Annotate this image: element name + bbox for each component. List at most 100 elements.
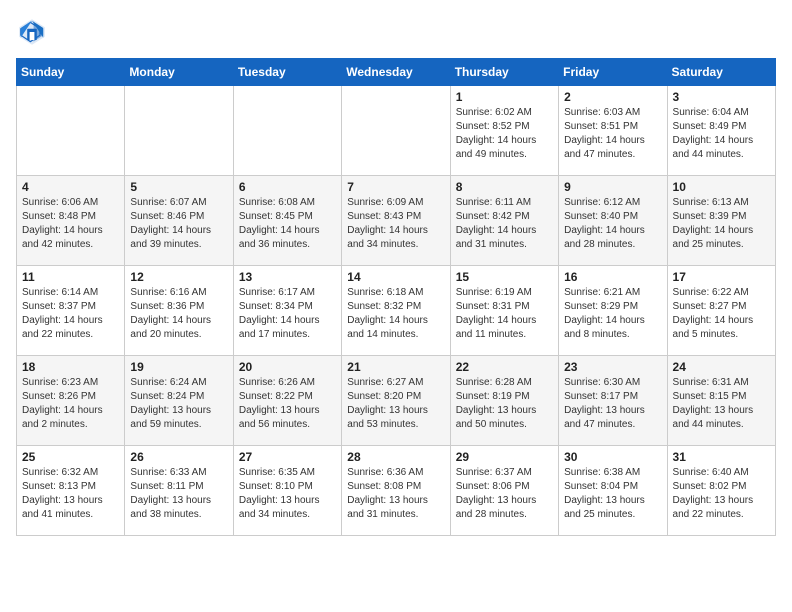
day-of-week-monday: Monday — [125, 59, 233, 86]
day-number: 2 — [564, 90, 661, 104]
day-info: Sunrise: 6:17 AMSunset: 8:34 PMDaylight:… — [239, 286, 336, 342]
day-number: 29 — [456, 450, 553, 464]
day-info: Sunrise: 6:32 AMSunset: 8:13 PMDaylight:… — [22, 466, 119, 522]
day-of-week-sunday: Sunday — [17, 59, 125, 86]
day-info: Sunrise: 6:08 AMSunset: 8:45 PMDaylight:… — [239, 196, 336, 252]
day-number: 31 — [673, 450, 770, 464]
day-info: Sunrise: 6:24 AMSunset: 8:24 PMDaylight:… — [130, 376, 227, 432]
day-number: 13 — [239, 270, 336, 284]
calendar-cell: 31 Sunrise: 6:40 AMSunset: 8:02 PMDayligh… — [667, 446, 775, 536]
calendar-body: 1Sunrise: 6:02 AMSunset: 8:52 PMDaylight… — [17, 86, 776, 536]
day-info: Sunrise: 6:26 AMSunset: 8:22 PMDaylight:… — [239, 376, 336, 432]
day-number: 27 — [239, 450, 336, 464]
day-info: Sunrise: 6:36 AMSunset: 8:08 PMDaylight:… — [347, 466, 444, 522]
day-number: 3 — [673, 90, 770, 104]
day-info: Sunrise: 6:37 AMSunset: 8:06 PMDaylight:… — [456, 466, 553, 522]
calendar-cell: 24 Sunrise: 6:31 AMSunset: 8:15 PMDayligh… — [667, 356, 775, 446]
day-number: 15 — [456, 270, 553, 284]
calendar-cell: 22Sunrise: 6:28 AMSunset: 8:19 PMDayligh… — [450, 356, 558, 446]
day-number: 5 — [130, 180, 227, 194]
calendar-cell: 29 Sunrise: 6:37 AMSunset: 8:06 PMDayligh… — [450, 446, 558, 536]
calendar-cell: 17Sunrise: 6:22 AMSunset: 8:27 PMDayligh… — [667, 266, 775, 356]
day-number: 9 — [564, 180, 661, 194]
calendar-cell: 30 Sunrise: 6:38 AMSunset: 8:04 PMDayligh… — [559, 446, 667, 536]
calendar-cell: 10 Sunrise: 6:13 AMSunset: 8:39 PMDayligh… — [667, 176, 775, 266]
day-info: Sunrise: 6:21 AMSunset: 8:29 PMDaylight:… — [564, 286, 661, 342]
day-number: 7 — [347, 180, 444, 194]
day-number: 19 — [130, 360, 227, 374]
day-number: 11 — [22, 270, 119, 284]
day-of-week-thursday: Thursday — [450, 59, 558, 86]
day-info: Sunrise: 6:09 AMSunset: 8:43 PMDaylight:… — [347, 196, 444, 252]
day-number: 14 — [347, 270, 444, 284]
day-number: 10 — [673, 180, 770, 194]
calendar-cell: 26Sunrise: 6:33 AMSunset: 8:11 PMDayligh… — [125, 446, 233, 536]
calendar-cell: 1Sunrise: 6:02 AMSunset: 8:52 PMDaylight… — [450, 86, 558, 176]
day-info: Sunrise: 6:23 AMSunset: 8:26 PMDaylight:… — [22, 376, 119, 432]
day-info: Sunrise: 6:11 AMSunset: 8:42 PMDaylight:… — [456, 196, 553, 252]
day-number: 8 — [456, 180, 553, 194]
calendar-cell: 2Sunrise: 6:03 AMSunset: 8:51 PMDaylight… — [559, 86, 667, 176]
calendar-cell: 25Sunrise: 6:32 AMSunset: 8:13 PMDayligh… — [17, 446, 125, 536]
day-info: Sunrise: 6:30 AMSunset: 8:17 PMDaylight:… — [564, 376, 661, 432]
calendar-cell: 6Sunrise: 6:08 AMSunset: 8:45 PMDaylight… — [233, 176, 341, 266]
day-number: 28 — [347, 450, 444, 464]
day-number: 21 — [347, 360, 444, 374]
day-info: Sunrise: 6:02 AMSunset: 8:52 PMDaylight:… — [456, 106, 553, 162]
day-number: 16 — [564, 270, 661, 284]
calendar-cell: 19 Sunrise: 6:24 AMSunset: 8:24 PMDayligh… — [125, 356, 233, 446]
calendar-header: SundayMondayTuesdayWednesdayThursdayFrid… — [17, 59, 776, 86]
calendar-cell: 15 Sunrise: 6:19 AMSunset: 8:31 PMDayligh… — [450, 266, 558, 356]
calendar-week-4: 18 Sunrise: 6:23 AMSunset: 8:26 PMDayligh… — [17, 356, 776, 446]
day-info: Sunrise: 6:33 AMSunset: 8:11 PMDaylight:… — [130, 466, 227, 522]
day-number: 18 — [22, 360, 119, 374]
day-number: 24 — [673, 360, 770, 374]
day-number: 4 — [22, 180, 119, 194]
calendar-cell — [233, 86, 341, 176]
calendar-cell: 5 Sunrise: 6:07 AMSunset: 8:46 PMDaylight… — [125, 176, 233, 266]
calendar-cell: 23 Sunrise: 6:30 AMSunset: 8:17 PMDayligh… — [559, 356, 667, 446]
calendar-cell — [17, 86, 125, 176]
day-info: Sunrise: 6:14 AMSunset: 8:37 PMDaylight:… — [22, 286, 119, 342]
day-info: Sunrise: 6:22 AMSunset: 8:27 PMDaylight:… — [673, 286, 770, 342]
day-number: 12 — [130, 270, 227, 284]
day-info: Sunrise: 6:40 AMSunset: 8:02 PMDaylight:… — [673, 466, 770, 522]
calendar-week-1: 1Sunrise: 6:02 AMSunset: 8:52 PMDaylight… — [17, 86, 776, 176]
day-of-week-tuesday: Tuesday — [233, 59, 341, 86]
calendar-cell: 11 Sunrise: 6:14 AMSunset: 8:37 PMDayligh… — [17, 266, 125, 356]
calendar-cell: 14 Sunrise: 6:18 AMSunset: 8:32 PMDayligh… — [342, 266, 450, 356]
day-info: Sunrise: 6:12 AMSunset: 8:40 PMDaylight:… — [564, 196, 661, 252]
day-info: Sunrise: 6:19 AMSunset: 8:31 PMDaylight:… — [456, 286, 553, 342]
calendar-cell: 20Sunrise: 6:26 AMSunset: 8:22 PMDayligh… — [233, 356, 341, 446]
day-info: Sunrise: 6:31 AMSunset: 8:15 PMDaylight:… — [673, 376, 770, 432]
day-info: Sunrise: 6:04 AMSunset: 8:49 PMDaylight:… — [673, 106, 770, 162]
calendar-cell: 4 Sunrise: 6:06 AMSunset: 8:48 PMDaylight… — [17, 176, 125, 266]
logo-icon — [16, 16, 48, 48]
calendar-cell: 28 Sunrise: 6:36 AMSunset: 8:08 PMDayligh… — [342, 446, 450, 536]
day-info: Sunrise: 6:06 AMSunset: 8:48 PMDaylight:… — [22, 196, 119, 252]
day-info: Sunrise: 6:38 AMSunset: 8:04 PMDaylight:… — [564, 466, 661, 522]
calendar-cell: 7 Sunrise: 6:09 AMSunset: 8:43 PMDaylight… — [342, 176, 450, 266]
calendar-cell — [342, 86, 450, 176]
calendar-cell: 3 Sunrise: 6:04 AMSunset: 8:49 PMDaylight… — [667, 86, 775, 176]
calendar-cell: 9 Sunrise: 6:12 AMSunset: 8:40 PMDaylight… — [559, 176, 667, 266]
day-info: Sunrise: 6:13 AMSunset: 8:39 PMDaylight:… — [673, 196, 770, 252]
day-number: 30 — [564, 450, 661, 464]
day-number: 23 — [564, 360, 661, 374]
day-of-week-wednesday: Wednesday — [342, 59, 450, 86]
calendar-cell: 12Sunrise: 6:16 AMSunset: 8:36 PMDayligh… — [125, 266, 233, 356]
calendar-cell: 13 Sunrise: 6:17 AMSunset: 8:34 PMDayligh… — [233, 266, 341, 356]
day-info: Sunrise: 6:27 AMSunset: 8:20 PMDaylight:… — [347, 376, 444, 432]
calendar-week-5: 25Sunrise: 6:32 AMSunset: 8:13 PMDayligh… — [17, 446, 776, 536]
day-of-week-saturday: Saturday — [667, 59, 775, 86]
days-of-week-row: SundayMondayTuesdayWednesdayThursdayFrid… — [17, 59, 776, 86]
day-info: Sunrise: 6:07 AMSunset: 8:46 PMDaylight:… — [130, 196, 227, 252]
calendar-week-3: 11 Sunrise: 6:14 AMSunset: 8:37 PMDayligh… — [17, 266, 776, 356]
day-info: Sunrise: 6:18 AMSunset: 8:32 PMDaylight:… — [347, 286, 444, 342]
day-info: Sunrise: 6:28 AMSunset: 8:19 PMDaylight:… — [456, 376, 553, 432]
page-header — [16, 16, 776, 48]
calendar-cell: 21 Sunrise: 6:27 AMSunset: 8:20 PMDayligh… — [342, 356, 450, 446]
calendar-cell: 8 Sunrise: 6:11 AMSunset: 8:42 PMDaylight… — [450, 176, 558, 266]
logo — [16, 16, 52, 48]
calendar-cell: 16 Sunrise: 6:21 AMSunset: 8:29 PMDayligh… — [559, 266, 667, 356]
